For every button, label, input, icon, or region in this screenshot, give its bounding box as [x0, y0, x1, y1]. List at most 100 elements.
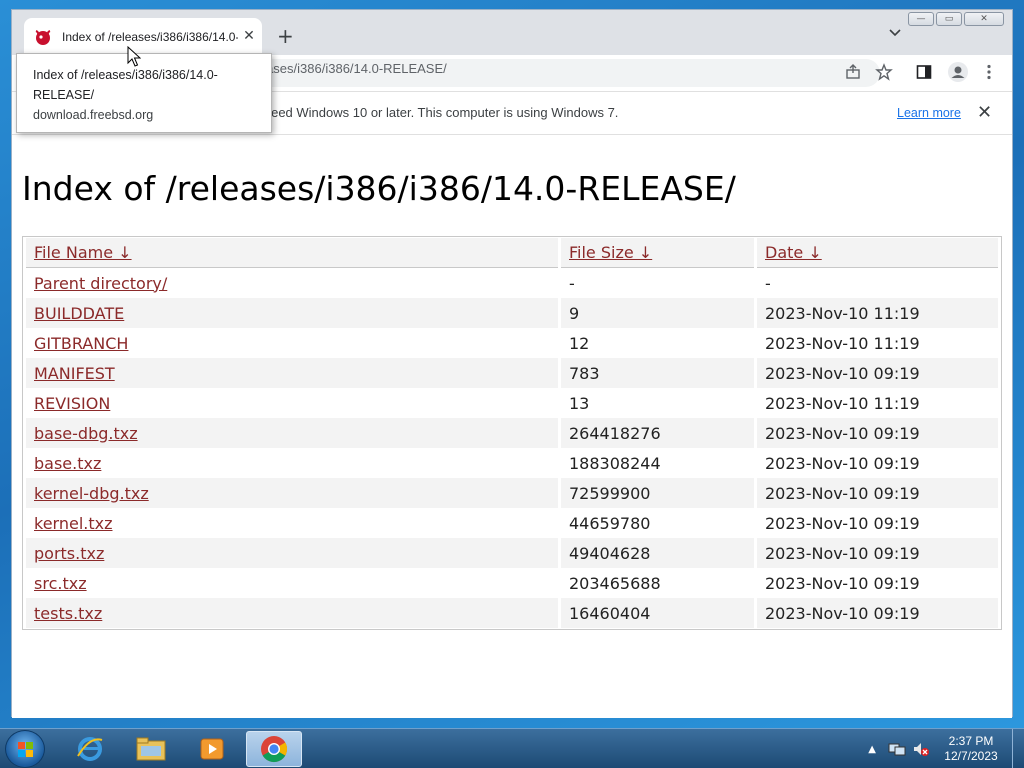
tab-hover-tooltip: Index of /releases/i386/i386/14.0-RELEAS…	[16, 53, 272, 133]
column-header-date: Date ↓	[757, 238, 998, 268]
file-date-cell: -	[765, 273, 771, 293]
file-date-cell: 2023-Nov-10 09:19	[757, 478, 998, 508]
start-button[interactable]	[5, 730, 45, 768]
volume-muted-icon[interactable]	[912, 741, 930, 757]
file-size-cell: 72599900	[561, 478, 754, 508]
column-header-file-name: File Name ↓	[26, 238, 558, 268]
file-name-cell: src.txz	[26, 568, 558, 598]
table-header-row: File Name ↓ File Size ↓ Date ↓	[26, 238, 998, 268]
file-link[interactable]: BUILDDATE	[34, 304, 124, 323]
network-icon[interactable]	[888, 741, 906, 757]
file-size-cell: 49404628	[561, 538, 754, 568]
file-name-cell: base.txz	[26, 448, 558, 478]
minimize-button[interactable]: —	[908, 12, 934, 26]
file-link[interactable]: tests.txz	[34, 604, 102, 623]
file-link[interactable]: MANIFEST	[34, 364, 115, 383]
show-hidden-icons-icon[interactable]: ▲	[868, 744, 876, 755]
close-window-button[interactable]: ✕	[964, 12, 1004, 26]
mouse-cursor-icon	[127, 46, 141, 67]
file-name-cell: tests.txz	[26, 598, 558, 628]
taskbar-app-google-chrome[interactable]	[246, 731, 302, 767]
file-name-cell: ports.txz	[26, 538, 558, 568]
taskbar-app-windows-explorer[interactable]	[123, 731, 179, 767]
table-row: MANIFEST 783 2023-Nov-10 09:19	[26, 358, 998, 388]
file-size-cell: 188308244	[569, 453, 661, 473]
maximize-button[interactable]: ▭	[936, 12, 962, 26]
sort-by-date-link[interactable]: Date ↓	[765, 243, 822, 262]
folder-icon	[136, 737, 166, 761]
table-row: Parent directory/ - -	[26, 268, 998, 298]
file-date-cell: 2023-Nov-10 09:19	[765, 453, 920, 473]
show-desktop-button[interactable]	[1012, 729, 1024, 768]
sort-by-name-link[interactable]: File Name ↓	[34, 243, 132, 262]
file-date-cell: 2023-Nov-10 09:19	[765, 573, 920, 593]
table-row: REVISION 13 2023-Nov-10 11:19	[26, 388, 998, 418]
file-size-cell: -	[569, 273, 575, 293]
taskbar-app-media-player[interactable]	[184, 731, 240, 767]
file-name-cell: kernel.txz	[26, 508, 558, 538]
file-size-cell: 783	[561, 358, 754, 388]
tab-close-icon[interactable]: ✕	[242, 28, 256, 44]
tooltip-title: Index of /releases/i386/i386/14.0-RELEAS…	[33, 68, 218, 102]
file-date-cell: 2023-Nov-10 09:19	[757, 538, 998, 568]
tab-search-chevron-icon[interactable]	[888, 26, 902, 40]
file-link[interactable]: Parent directory/	[34, 274, 167, 293]
bookmark-star-icon[interactable]	[875, 63, 893, 81]
tooltip-host: download.freebsd.org	[33, 108, 154, 122]
file-name-cell: GITBRANCH	[26, 328, 558, 358]
sort-by-size-link[interactable]: File Size ↓	[569, 243, 652, 262]
file-size-cell: 16460404	[561, 598, 754, 628]
clock-time: 2:37 PM	[948, 734, 994, 748]
table-row: kernel.txz 44659780 2023-Nov-10 09:19	[26, 508, 998, 538]
file-link[interactable]: ports.txz	[34, 544, 104, 563]
file-name-cell: REVISION	[26, 388, 558, 418]
table-row: ports.txz 49404628 2023-Nov-10 09:19	[26, 538, 998, 568]
taskbar-app-internet-explorer[interactable]	[62, 731, 118, 767]
file-listing-table: File Name ↓ File Size ↓ Date ↓ Parent di…	[22, 236, 1002, 630]
file-size-cell: 203465688	[569, 573, 661, 593]
table-row: base.txz 188308244 2023-Nov-10 09:19	[26, 448, 998, 478]
file-name-cell: MANIFEST	[26, 358, 558, 388]
file-link[interactable]: kernel-dbg.txz	[34, 484, 149, 503]
page-content: Index of /releases/i386/i386/14.0-RELEAS…	[12, 136, 1012, 718]
file-date-cell: 2023-Nov-10 09:19	[757, 418, 998, 448]
taskbar-clock[interactable]: 2:37 PM 12/7/2023	[936, 734, 1006, 764]
tab-title: Index of /releases/i386/i386/14.0-RELEAS…	[62, 29, 238, 44]
file-name-cell: BUILDDATE	[26, 298, 558, 328]
windows-logo-icon	[18, 742, 33, 757]
file-link[interactable]: kernel.txz	[34, 514, 113, 533]
infobar-close-icon[interactable]: ✕	[977, 102, 992, 123]
side-panel-icon[interactable]	[915, 63, 933, 81]
learn-more-link[interactable]: Learn more	[897, 106, 961, 120]
file-link[interactable]: GITBRANCH	[34, 334, 128, 353]
table-row: kernel-dbg.txz 72599900 2023-Nov-10 09:1…	[26, 478, 998, 508]
tab-strip: Index of /releases/i386/i386/14.0-RELEAS…	[12, 10, 1012, 55]
internet-explorer-icon	[77, 737, 103, 761]
browser-tab[interactable]: Index of /releases/i386/i386/14.0-RELEAS…	[24, 18, 262, 55]
share-icon[interactable]	[844, 63, 862, 81]
file-size-cell: 9	[561, 298, 754, 328]
file-date-cell: 2023-Nov-10 09:19	[765, 513, 920, 533]
file-link[interactable]: base.txz	[34, 454, 101, 473]
infobar-message: 'll need Windows 10 or later. This compu…	[252, 105, 619, 120]
file-link[interactable]: base-dbg.txz	[34, 424, 138, 443]
file-size-cell: 44659780	[569, 513, 651, 533]
file-name-cell: base-dbg.txz	[26, 418, 558, 448]
table-row: BUILDDATE 9 2023-Nov-10 11:19	[26, 298, 998, 328]
table-row: src.txz 203465688 2023-Nov-10 09:19	[26, 568, 998, 598]
file-link[interactable]: REVISION	[34, 394, 110, 413]
file-name-cell: kernel-dbg.txz	[26, 478, 558, 508]
new-tab-icon[interactable]: +	[277, 24, 294, 48]
table-row: tests.txz 16460404 2023-Nov-10 09:19	[26, 598, 998, 628]
file-size-cell: 12	[569, 333, 590, 353]
table-row: GITBRANCH 12 2023-Nov-10 11:19	[26, 328, 998, 358]
file-size-cell: 264418276	[561, 418, 754, 448]
file-size-cell: 13	[569, 393, 590, 413]
chrome-icon	[261, 736, 288, 763]
menu-kebab-icon[interactable]	[980, 63, 998, 81]
file-date-cell: 2023-Nov-10 09:19	[757, 358, 998, 388]
profile-avatar-icon[interactable]	[947, 61, 969, 83]
file-date-cell: 2023-Nov-10 09:19	[757, 598, 998, 628]
file-link[interactable]: src.txz	[34, 574, 87, 593]
window-controls: — ▭ ✕	[906, 12, 1004, 26]
